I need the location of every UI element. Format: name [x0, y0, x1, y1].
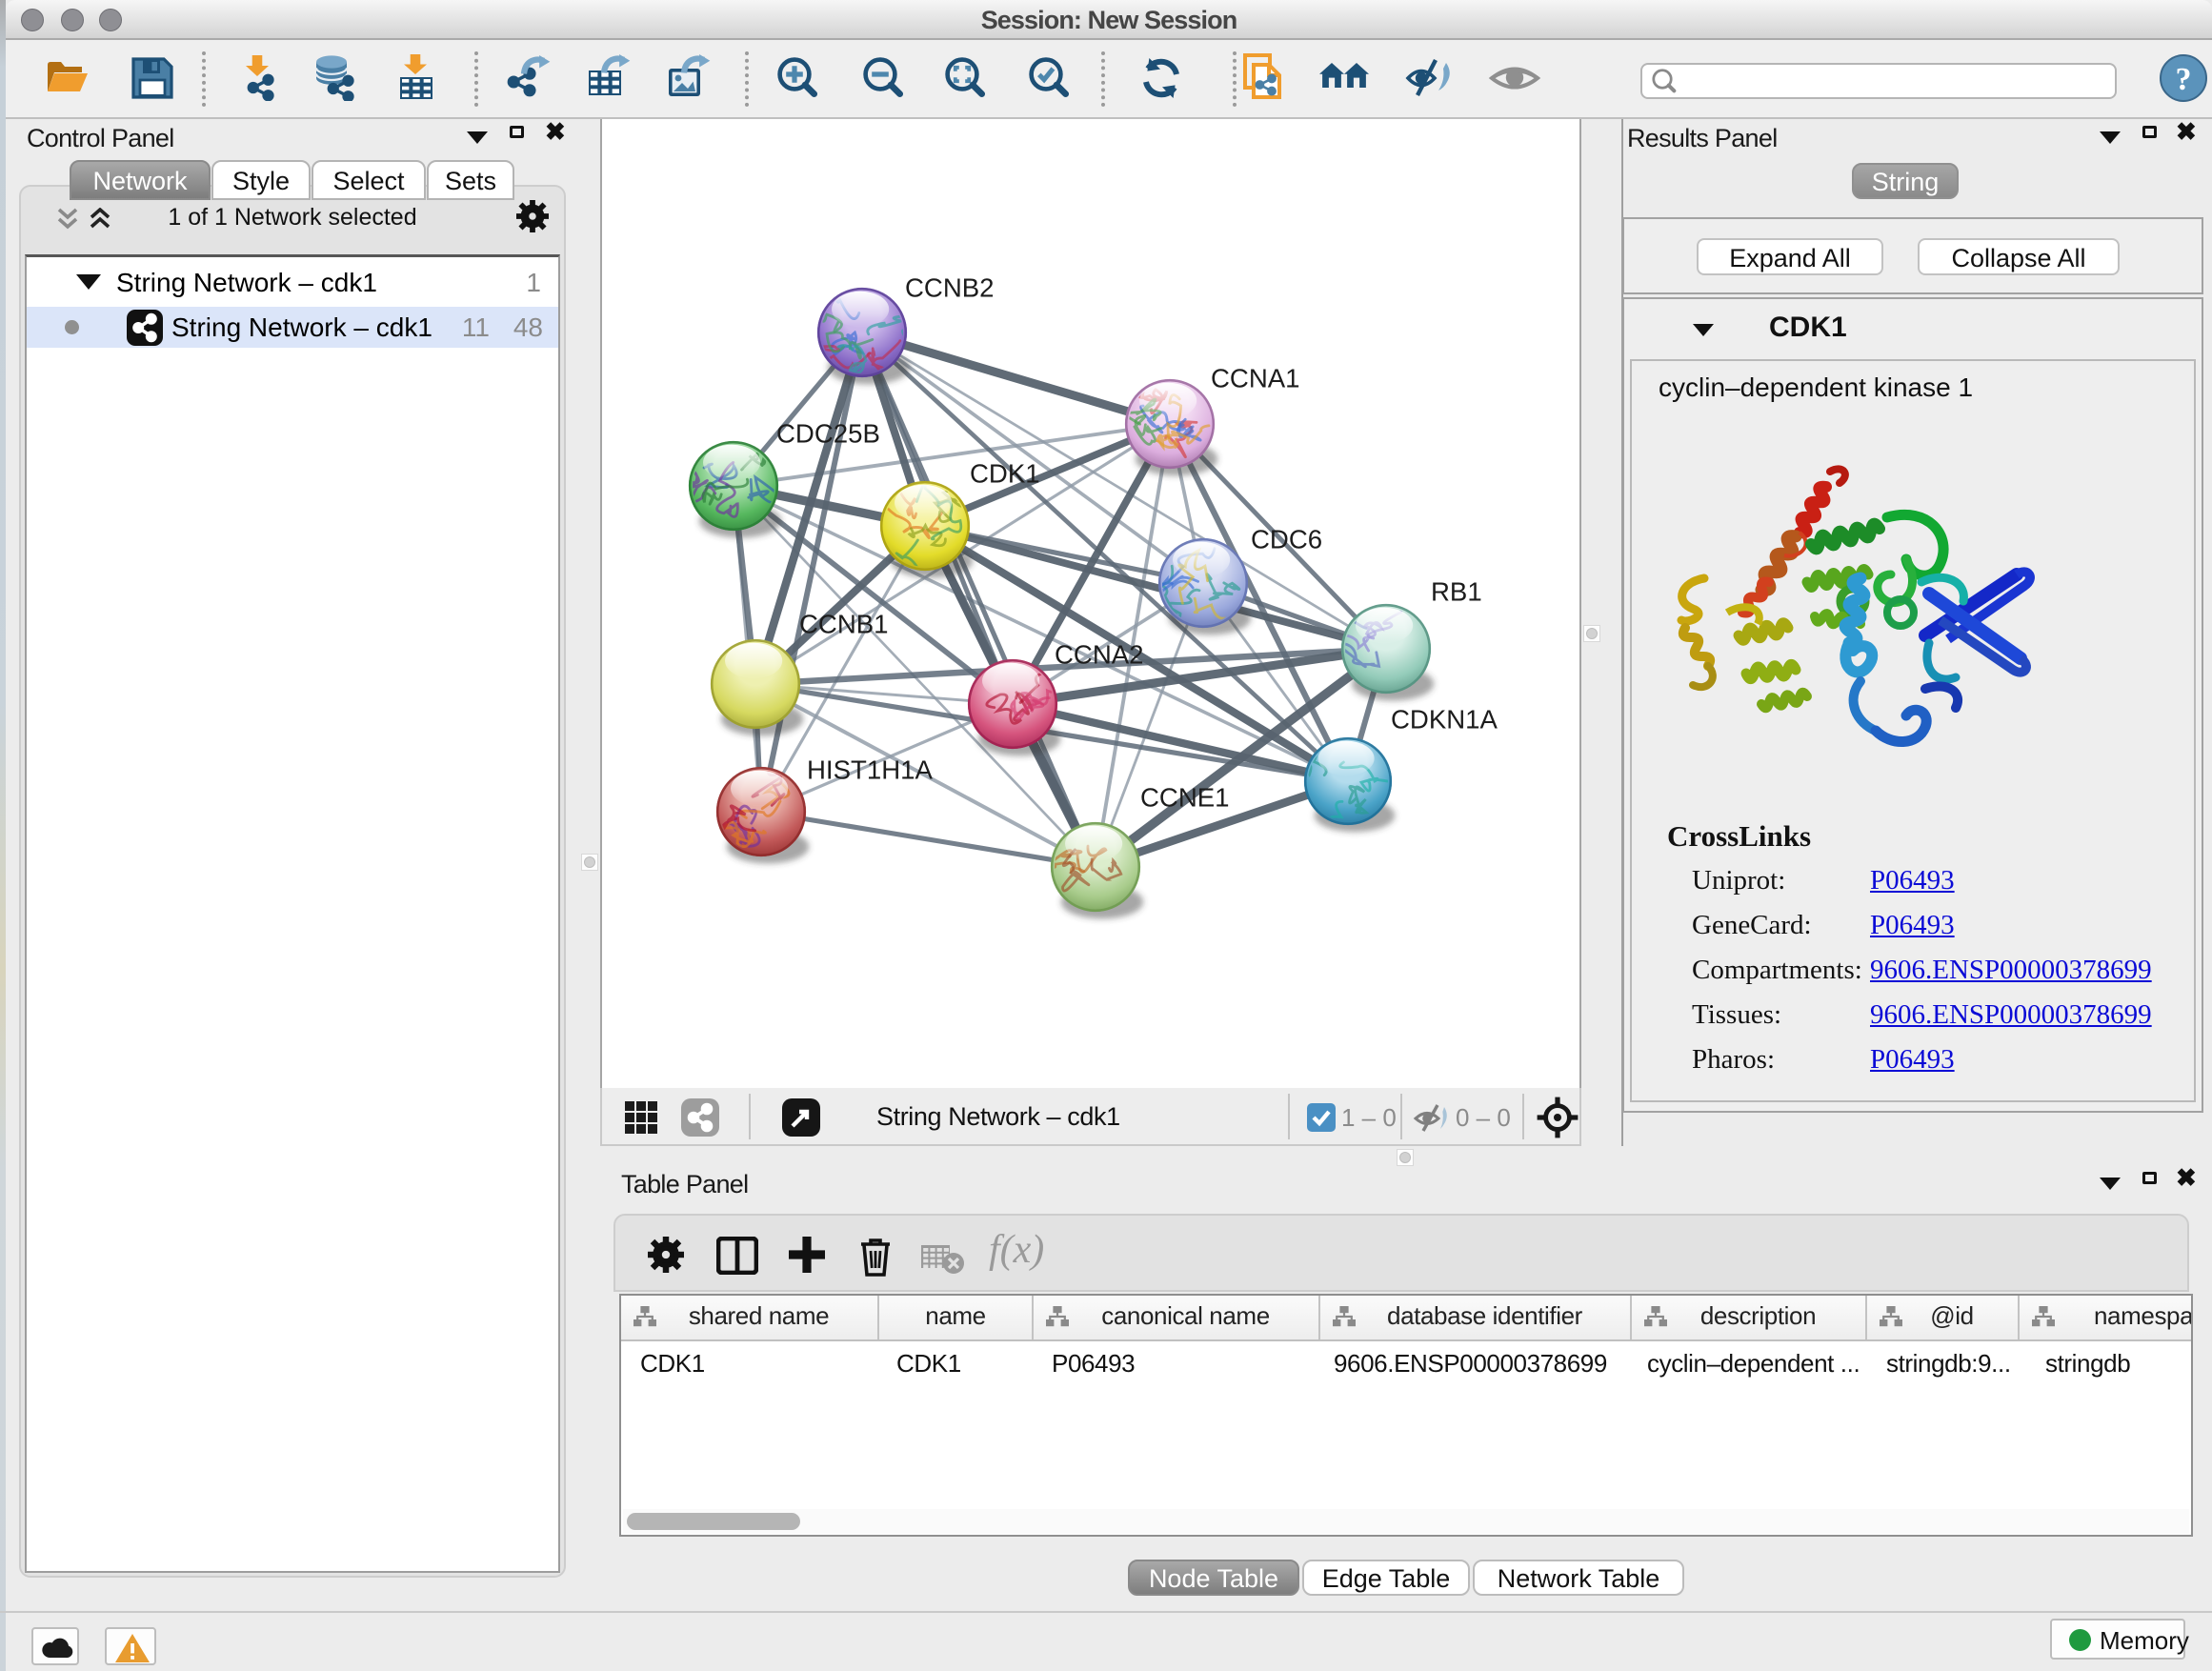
svg-text:CDKN1A: CDKN1A [1391, 704, 1498, 734]
svg-text:CDK1: CDK1 [970, 458, 1040, 488]
svg-text:RB1: RB1 [1431, 576, 1482, 606]
svg-text:HIST1H1A: HIST1H1A [807, 755, 933, 784]
svg-text:CCNB2: CCNB2 [905, 272, 995, 302]
svg-text:?: ? [2176, 62, 2192, 97]
svg-text:CCNB1: CCNB1 [799, 609, 889, 638]
svg-text:CCNE1: CCNE1 [1140, 782, 1230, 812]
svg-text:CCNA1: CCNA1 [1211, 363, 1300, 393]
svg-text:CCNA2: CCNA2 [1055, 639, 1144, 669]
svg-text:CDC25B: CDC25B [776, 418, 880, 448]
svg-text:CDC6: CDC6 [1251, 524, 1322, 554]
